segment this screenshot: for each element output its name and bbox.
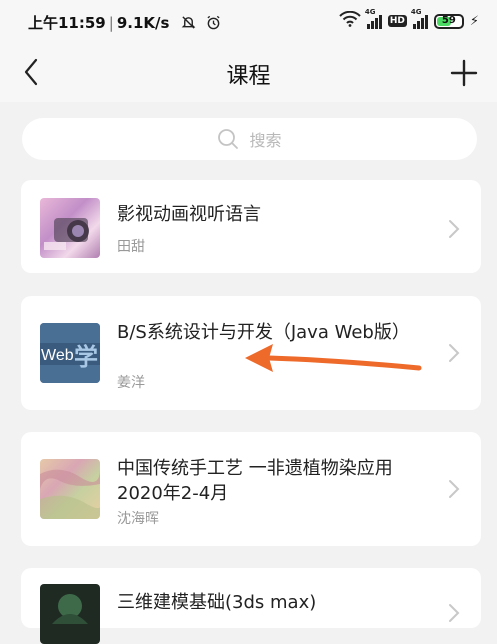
nav-bar: 课程 — [0, 44, 497, 102]
course-teacher: 姜洋 — [117, 375, 145, 391]
course-card[interactable]: 中国传统手工艺 一非遗植物染应用2020年2-4月 沈海晖 — [21, 432, 481, 546]
chevron-right-icon — [449, 344, 460, 362]
battery-icon: 59 — [433, 13, 464, 29]
status-net-speed: 9.1K/s — [116, 14, 170, 32]
search-input[interactable]: 搜索 — [22, 118, 477, 160]
status-bar: 上午11:59 | 9.1K/s 4G HD 4G 59 ⚡ — [0, 0, 497, 44]
sim1-type-label: 4G — [364, 8, 376, 16]
status-time: 上午11:59 — [28, 14, 106, 32]
course-thumbnail-fabric — [40, 459, 100, 519]
alarm-clock-icon — [206, 15, 221, 32]
course-card[interactable]: 影视动画视听语言 田甜 — [21, 180, 481, 273]
chevron-right-icon — [449, 480, 460, 498]
course-title: 影视动画视听语言 — [117, 204, 261, 225]
thumb-web-text: Web — [41, 347, 74, 364]
thumb-xue-text: 学 — [74, 343, 98, 371]
page-title: 课程 — [226, 64, 271, 89]
status-right: 4G HD 4G 59 ⚡ — [339, 8, 479, 31]
annotation-arrow-icon — [245, 344, 422, 372]
course-title: 中国传统手工艺 一非遗植物染应用2020年2-4月 — [117, 458, 393, 504]
chevron-right-icon — [449, 220, 460, 238]
course-teacher: 沈海晖 — [117, 511, 159, 527]
charging-icon: ⚡ — [469, 13, 479, 29]
status-left: 上午11:59 | 9.1K/s — [28, 12, 221, 33]
hd-badge: HD — [387, 15, 407, 27]
battery-level: 59 — [441, 14, 456, 26]
course-thumbnail-3d — [40, 584, 100, 644]
search-icon — [218, 129, 239, 149]
course-teacher: 田甜 — [117, 239, 145, 255]
sim2-type-label: 4G — [410, 8, 422, 16]
course-title: 三维建模基础(3ds max) — [117, 592, 317, 613]
add-course-button[interactable] — [447, 56, 481, 90]
signal-sim1-icon: 4G — [365, 8, 382, 29]
search-placeholder: 搜索 — [249, 131, 282, 150]
course-card[interactable]: 三维建模基础(3ds max) — [21, 568, 481, 644]
mute-bell-icon — [181, 16, 200, 32]
plus-icon — [450, 59, 478, 87]
course-thumbnail-camera — [40, 198, 100, 258]
course-thumbnail-web: Web 学 — [40, 323, 100, 383]
wifi-icon — [339, 10, 361, 31]
signal-sim2-icon: 4G — [411, 8, 428, 29]
chevron-right-icon — [449, 604, 460, 622]
